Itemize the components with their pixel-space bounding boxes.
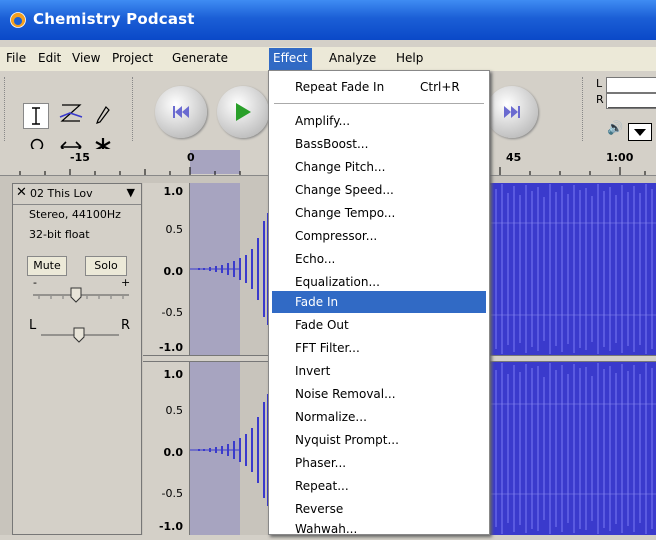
- track-control-panel: ✕ 02 This Lov ▼ Stereo, 44100Hz 32-bit f…: [12, 183, 142, 535]
- scale-label: 1.0: [163, 368, 184, 381]
- menu-item-shortcut: Ctrl+R: [420, 80, 460, 94]
- pan-slider[interactable]: [39, 324, 121, 344]
- audacity-app-icon: [10, 12, 26, 28]
- track-name-bar[interactable]: ✕ 02 This Lov ▼: [13, 184, 141, 205]
- menu-item-phaser[interactable]: Phaser...: [272, 452, 486, 474]
- track-menu-dropdown-icon[interactable]: ▼: [127, 186, 135, 199]
- menu-item-change-tempo[interactable]: Change Tempo...: [272, 202, 486, 224]
- effect-menu: Repeat Fade In Ctrl+R Amplify... BassBoo…: [268, 70, 490, 536]
- menu-item-wahwah[interactable]: Wahwah...: [272, 518, 486, 540]
- toolbar-grip[interactable]: [582, 77, 586, 141]
- menu-item-repeat[interactable]: Repeat...: [272, 475, 486, 497]
- amplitude-scale-top[interactable]: 1.0 0.5 0.0 -0.5 -1.0: [143, 183, 190, 355]
- menu-item-equalization[interactable]: Equalization...: [272, 271, 486, 293]
- pan-left-label: L: [29, 318, 37, 333]
- pan-right-label: R: [121, 318, 131, 333]
- menu-project[interactable]: Project: [112, 51, 153, 65]
- amplitude-scale-bottom[interactable]: 1.0 0.5 0.0 -0.5 -1.0: [143, 362, 190, 535]
- volume-dropdown-icon[interactable]: [628, 123, 652, 141]
- scale-label: -0.5: [161, 487, 183, 500]
- track-name: 02 This Lov: [30, 187, 93, 200]
- toolbar-grip[interactable]: [132, 77, 136, 141]
- selection-tool-icon[interactable]: [23, 103, 49, 129]
- menu-item-change-pitch[interactable]: Change Pitch...: [272, 156, 486, 178]
- speaker-icon: 🔊: [607, 121, 624, 136]
- track-format: Stereo, 44100Hz: [29, 208, 121, 221]
- menu-file[interactable]: File: [6, 51, 26, 65]
- menu-edit[interactable]: Edit: [38, 51, 61, 65]
- meter-scale: [608, 107, 656, 111]
- scale-label: 1.0: [163, 185, 184, 198]
- draw-tool-icon[interactable]: [90, 102, 116, 128]
- ruler-tick: 45: [506, 151, 522, 164]
- menu-separator: [274, 103, 484, 104]
- mute-button[interactable]: Mute: [27, 256, 67, 276]
- menu-analyze[interactable]: Analyze: [329, 51, 376, 65]
- toolbar-grip[interactable]: [4, 77, 8, 141]
- skip-to-start-button[interactable]: [155, 86, 207, 138]
- menu-item-nyquist-prompt[interactable]: Nyquist Prompt...: [272, 429, 486, 451]
- meter-left-label: L: [596, 77, 603, 90]
- scale-label: 0.5: [165, 223, 184, 236]
- window-title: Chemistry Podcast: [33, 10, 195, 28]
- menu-item-echo[interactable]: Echo...: [272, 248, 486, 270]
- menu-item-change-speed[interactable]: Change Speed...: [272, 179, 486, 201]
- ruler-tick: -15: [70, 151, 90, 164]
- menu-item-normalize[interactable]: Normalize...: [272, 406, 486, 428]
- menu-generate[interactable]: Generate: [172, 51, 228, 65]
- menu-help[interactable]: Help: [396, 51, 423, 65]
- menu-item-fade-out[interactable]: Fade Out: [272, 314, 486, 336]
- close-track-icon[interactable]: ✕: [16, 185, 27, 200]
- menu-bar: File Edit View Project Generate Effect A…: [0, 47, 656, 71]
- menu-view[interactable]: View: [72, 51, 100, 65]
- meter-left-bar[interactable]: [606, 77, 656, 93]
- menu-item-fade-in[interactable]: Fade In: [272, 291, 486, 313]
- scale-label: -1.0: [158, 341, 183, 354]
- meter-right-label: R: [596, 93, 604, 106]
- envelope-tool-icon[interactable]: [58, 100, 84, 126]
- solo-button[interactable]: Solo: [85, 256, 127, 276]
- gain-slider[interactable]: [31, 284, 131, 304]
- scale-label: 0.5: [165, 404, 184, 417]
- title-bar: Chemistry Podcast: [0, 0, 656, 40]
- menu-item-label: Repeat Fade In: [295, 80, 385, 94]
- track-bit-depth: 32-bit float: [29, 228, 90, 241]
- scale-label: 0.0: [163, 446, 184, 459]
- menu-item-reverse[interactable]: Reverse: [272, 498, 486, 520]
- menu-item-noise-removal[interactable]: Noise Removal...: [272, 383, 486, 405]
- scale-label: 0.0: [163, 265, 184, 278]
- play-button[interactable]: [217, 86, 269, 138]
- menu-item-invert[interactable]: Invert: [272, 360, 486, 382]
- scale-label: -0.5: [161, 306, 183, 319]
- menu-item-compressor[interactable]: Compressor...: [272, 225, 486, 247]
- menu-item-amplify[interactable]: Amplify...: [272, 110, 486, 132]
- ruler-tick: 0: [187, 151, 195, 164]
- menu-item-bassboost[interactable]: BassBoost...: [272, 133, 486, 155]
- skip-to-end-button[interactable]: [486, 86, 538, 138]
- menu-item-fft-filter[interactable]: FFT Filter...: [272, 337, 486, 359]
- ruler-tick: 1:00: [606, 151, 634, 164]
- menu-effect[interactable]: Effect: [269, 48, 312, 70]
- scale-label: -1.0: [158, 520, 183, 533]
- menu-item-repeat-last-effect[interactable]: Repeat Fade In Ctrl+R: [272, 76, 486, 98]
